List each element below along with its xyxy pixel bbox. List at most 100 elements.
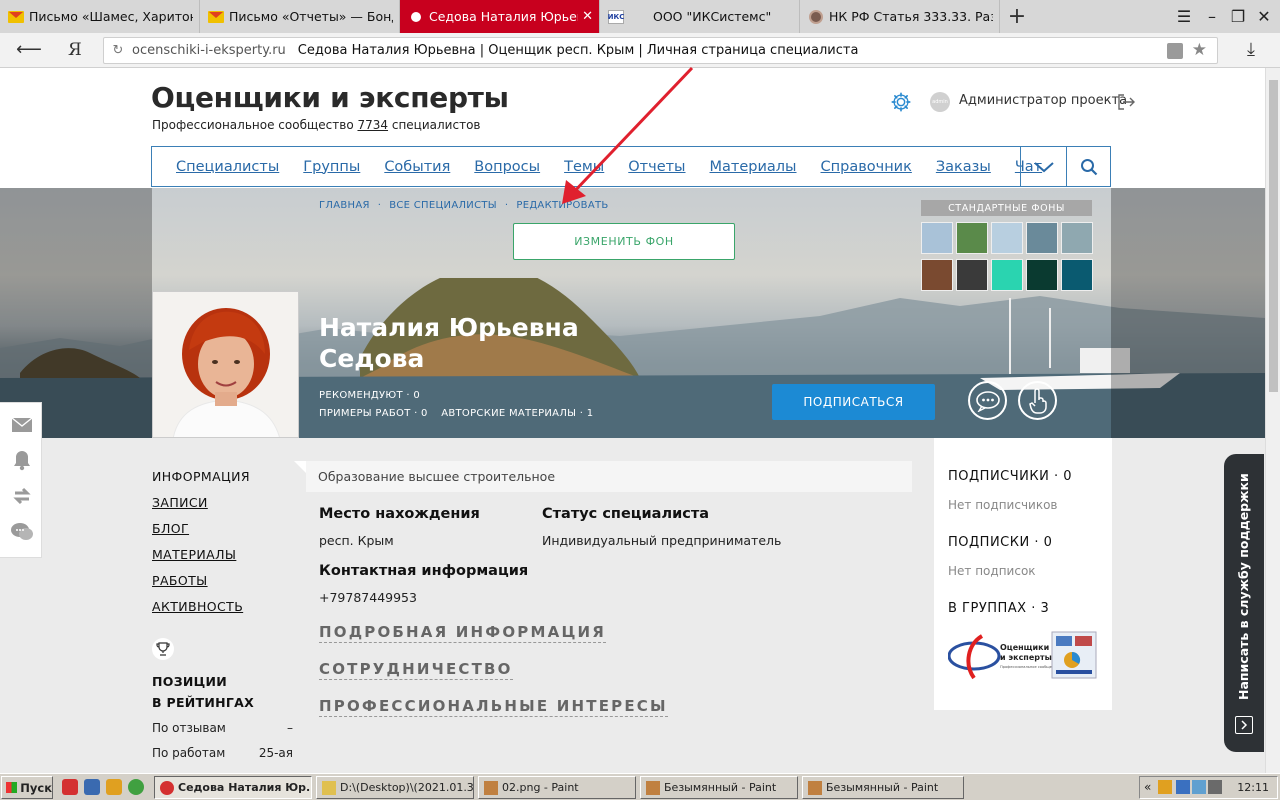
background-swatch[interactable] bbox=[956, 222, 988, 254]
restore-icon[interactable]: ❐ bbox=[1224, 0, 1252, 33]
tray-app-icon[interactable] bbox=[1158, 780, 1172, 794]
yandex-browser-icon[interactable] bbox=[62, 779, 78, 795]
nav-item-reports[interactable]: Отчеты bbox=[628, 159, 685, 175]
background-swatch[interactable] bbox=[956, 259, 988, 291]
browser-tab-active[interactable]: Седова Наталия Юрьевна ✕ bbox=[400, 0, 600, 33]
background-swatch[interactable] bbox=[921, 259, 953, 291]
subscriptions-label[interactable]: ПОДПИСКИ · 0 bbox=[948, 535, 1052, 550]
profile-info-body: Место нахождения респ. Крым Статус специ… bbox=[306, 492, 912, 773]
poke-button[interactable] bbox=[1018, 381, 1057, 420]
mail-icon bbox=[8, 10, 24, 24]
breadcrumb-edit[interactable]: РЕДАКТИРОВАТЬ bbox=[516, 200, 608, 211]
subscribers-label[interactable]: ПОДПИСЧИКИ · 0 bbox=[948, 469, 1072, 484]
browser-tab[interactable]: Письмо «Шамес, Харитонов bbox=[0, 0, 200, 33]
desktop-icon[interactable] bbox=[84, 779, 100, 795]
taskbar-button-paint[interactable]: Безымянный - Paint bbox=[640, 776, 798, 799]
bell-icon[interactable] bbox=[10, 448, 34, 472]
nav-more-button[interactable] bbox=[1020, 147, 1066, 186]
side-menu-blog[interactable]: БЛОГ bbox=[152, 521, 250, 547]
work-examples-count[interactable]: ПРИМЕРЫ РАБОТ · 0 bbox=[319, 408, 428, 419]
admin-avatar[interactable]: admin bbox=[930, 92, 950, 112]
background-swatch[interactable] bbox=[1026, 259, 1058, 291]
breadcrumb-home[interactable]: ГЛАВНАЯ bbox=[319, 200, 370, 211]
breadcrumb-all-specialists[interactable]: ВСЕ СПЕЦИАЛИСТЫ bbox=[389, 200, 497, 211]
scrollbar-thumb[interactable] bbox=[1269, 80, 1278, 392]
taskbar-button-browser[interactable]: Седова Наталия Юр... bbox=[154, 776, 312, 799]
media-player-icon[interactable] bbox=[106, 779, 122, 795]
taskbar-button-folder[interactable]: D:\(Desktop)\(2021.01.3... bbox=[316, 776, 474, 799]
nav-item-topics[interactable]: Темы bbox=[564, 159, 604, 175]
group-logo[interactable]: Оценщики и эксперты Профессиональное соо… bbox=[947, 630, 1098, 681]
minimize-icon[interactable]: – bbox=[1198, 0, 1226, 33]
education-text: Образование высшее строительное bbox=[306, 461, 912, 492]
profile-photo[interactable] bbox=[152, 291, 299, 438]
taskbar-button-label: 02.png - Paint bbox=[502, 781, 579, 794]
background-swatch[interactable] bbox=[991, 222, 1023, 254]
envelope-icon[interactable] bbox=[10, 413, 34, 437]
nav-item-specialists[interactable]: Специалисты bbox=[176, 159, 279, 175]
side-menu-info[interactable]: ИНФОРМАЦИЯ bbox=[152, 469, 250, 495]
side-menu-materials[interactable]: МАТЕРИАЛЫ bbox=[152, 547, 250, 573]
nav-search-button[interactable] bbox=[1066, 147, 1110, 186]
subscribe-button[interactable]: ПОДПИСАТЬСЯ bbox=[772, 384, 935, 420]
background-swatch[interactable] bbox=[991, 259, 1023, 291]
background-swatch[interactable] bbox=[1061, 259, 1093, 291]
nav-item-questions[interactable]: Вопросы bbox=[474, 159, 540, 175]
profile-stats: ПРИМЕРЫ РАБОТ · 0 АВТОРСКИЕ МАТЕРИАЛЫ · … bbox=[319, 408, 603, 419]
record-icon bbox=[408, 10, 424, 24]
yandex-button[interactable]: Я bbox=[68, 40, 82, 60]
message-button[interactable] bbox=[968, 381, 1007, 420]
nav-item-events[interactable]: События bbox=[384, 159, 450, 175]
nav-item-groups[interactable]: Группы bbox=[303, 159, 360, 175]
nav-item-materials[interactable]: Материалы bbox=[710, 159, 797, 175]
close-window-icon[interactable]: ✕ bbox=[1250, 0, 1278, 33]
tray-app-icon[interactable] bbox=[1176, 780, 1190, 794]
admin-profile-link[interactable]: Администратор проекта bbox=[959, 93, 1127, 108]
background-swatch[interactable] bbox=[1061, 222, 1093, 254]
download-icon[interactable]: ⤓ bbox=[1247, 39, 1255, 60]
menu-icon[interactable]: ☰ bbox=[1170, 0, 1198, 33]
sync-arrows-icon[interactable] bbox=[10, 484, 34, 508]
start-button[interactable]: Пуск bbox=[1, 776, 53, 799]
back-button[interactable]: ⟵ bbox=[16, 39, 42, 60]
clock[interactable]: 12:11 bbox=[1237, 781, 1269, 794]
background-swatch[interactable] bbox=[1026, 222, 1058, 254]
member-count-link[interactable]: 7734 bbox=[357, 118, 388, 132]
chat-bubbles-icon[interactable] bbox=[10, 520, 34, 544]
background-swatch[interactable] bbox=[921, 222, 953, 254]
side-menu-works[interactable]: РАБОТЫ bbox=[152, 573, 250, 599]
author-materials-count[interactable]: АВТОРСКИЕ МАТЕРИАЛЫ · 1 bbox=[441, 408, 593, 419]
lock-icon[interactable] bbox=[1167, 43, 1183, 59]
groups-label[interactable]: В ГРУППАХ · 3 bbox=[948, 601, 1049, 616]
support-label[interactable]: Написать в службу поддержки bbox=[1236, 473, 1251, 700]
chevron-left-icon[interactable]: « bbox=[1144, 780, 1151, 794]
network-icon[interactable] bbox=[1192, 780, 1206, 794]
side-menu-posts[interactable]: ЗАПИСИ bbox=[152, 495, 250, 521]
nav-item-orders[interactable]: Заказы bbox=[936, 159, 991, 175]
close-tab-icon[interactable]: ✕ bbox=[582, 9, 593, 24]
page-scrollbar[interactable] bbox=[1265, 68, 1280, 773]
details-expander[interactable]: ПОДРОБНАЯ ИНФОРМАЦИЯ bbox=[319, 623, 607, 643]
reload-icon[interactable]: ↻ bbox=[104, 43, 132, 58]
volume-icon[interactable] bbox=[1208, 780, 1222, 794]
site-title[interactable]: Оценщики и эксперты bbox=[151, 81, 509, 114]
nav-item-reference[interactable]: Справочник bbox=[821, 159, 912, 175]
subscribers-note: Нет подписчиков bbox=[948, 498, 1058, 512]
change-background-button[interactable]: ИЗМЕНИТЬ ФОН bbox=[513, 223, 735, 260]
taskbar-button-paint[interactable]: 02.png - Paint bbox=[478, 776, 636, 799]
chrome-icon[interactable] bbox=[128, 779, 144, 795]
taskbar-button-paint[interactable]: Безымянный - Paint bbox=[802, 776, 964, 799]
logout-icon[interactable] bbox=[1116, 92, 1136, 112]
browser-tab[interactable]: ИКС ООО "ИКСистемс" bbox=[600, 0, 800, 33]
iks-icon: ИКС bbox=[608, 9, 624, 24]
interests-expander[interactable]: ПРОФЕССИОНАЛЬНЫЕ ИНТЕРЕСЫ bbox=[319, 697, 668, 717]
browser-tab[interactable]: НК РФ Статья 333.33. Разм bbox=[800, 0, 1000, 33]
chevron-right-icon[interactable] bbox=[1235, 716, 1253, 734]
browser-tab[interactable]: Письмо «Отчеты» — Бонда bbox=[200, 0, 400, 33]
cooperation-expander[interactable]: СОТРУДНИЧЕСТВО bbox=[319, 660, 513, 680]
side-menu-activity[interactable]: АКТИВНОСТЬ bbox=[152, 599, 250, 625]
settings-gear-icon[interactable] bbox=[890, 91, 912, 113]
new-tab-button[interactable]: + bbox=[1004, 0, 1030, 33]
url-field[interactable]: ↻ ocenschiki-i-eksperty.ru Седова Натали… bbox=[103, 37, 1218, 64]
bookmark-star-icon[interactable]: ★ bbox=[1192, 40, 1207, 60]
